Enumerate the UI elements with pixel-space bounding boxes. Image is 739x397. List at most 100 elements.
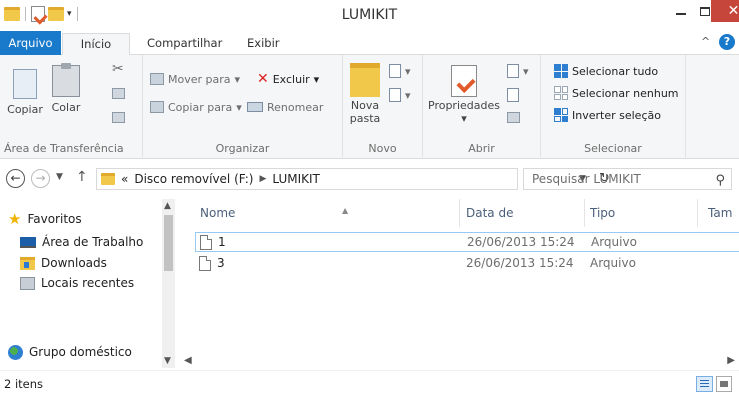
column-divider[interactable] xyxy=(584,199,585,227)
ribbon-tabs: Arquivo Início Compartilhar Exibir ^ ? xyxy=(0,31,739,56)
invert-selection-icon xyxy=(554,108,568,122)
scroll-down-icon[interactable]: ▼ xyxy=(164,356,171,366)
select-group: Selecionar tudo Selecionar nenhum Invert… xyxy=(541,55,686,159)
title-bar: ▾ LUMIKIT ✕ xyxy=(0,0,739,31)
select-none-button[interactable]: Selecionar nenhum xyxy=(554,83,679,103)
sidebar-item-label: Grupo doméstico xyxy=(29,345,132,359)
breadcrumb-overflow[interactable]: « xyxy=(121,172,128,186)
open-group-label: Abrir xyxy=(468,142,495,155)
paste-icon xyxy=(52,63,80,97)
easy-access-button[interactable]: ▾ xyxy=(389,85,411,105)
new-folder-label-line1: Nova xyxy=(350,99,380,112)
scissors-icon: ✂ xyxy=(112,61,124,77)
navigation-bar: ← → ▼ ↑ « Disco removível (F:) ▶ LUMIKIT… xyxy=(0,159,739,199)
properties-button[interactable]: Propriedades ▾ xyxy=(427,65,501,125)
sidebar-item-label: Locais recentes xyxy=(41,276,135,290)
scroll-right-icon[interactable]: ▶ xyxy=(727,355,735,366)
breadcrumb-separator-icon[interactable]: ▶ xyxy=(259,174,266,184)
table-row[interactable]: 1 26/06/2013 15:24 Arquivo xyxy=(195,232,739,252)
table-row[interactable]: 3 26/06/2013 15:24 Arquivo xyxy=(195,254,739,274)
file-list-horizontal-scrollbar[interactable]: ◀ ▶ xyxy=(180,354,739,370)
large-icons-view-icon[interactable] xyxy=(716,376,732,392)
tab-view[interactable]: Exibir xyxy=(239,33,288,55)
dropdown-arrow-icon: ▾ xyxy=(461,112,467,125)
navigation-pane-scrollbar[interactable]: ▲ ▼ xyxy=(162,199,175,368)
sidebar-item-desktop[interactable]: Área de Trabalho xyxy=(20,232,143,252)
star-icon: ★ xyxy=(8,210,22,228)
new-item-icon xyxy=(389,64,401,78)
sidebar-item-recent[interactable]: Locais recentes xyxy=(20,273,134,293)
ribbon: Copiar Colar ✂ Área de Transferência Mov… xyxy=(0,55,739,159)
close-button[interactable]: ✕ xyxy=(711,0,739,22)
copy-label: Copiar xyxy=(7,103,43,116)
easy-access-icon xyxy=(389,88,401,102)
organize-group: Mover para ▾ ✕ Excluir ▾ Copiar para ▾ R… xyxy=(143,55,343,159)
minimize-button[interactable] xyxy=(668,0,694,22)
invert-selection-button[interactable]: Inverter seleção xyxy=(554,105,661,125)
tab-file[interactable]: Arquivo xyxy=(0,31,61,55)
clipboard-group-label: Área de Transferência xyxy=(4,142,124,155)
history-button[interactable] xyxy=(507,107,520,127)
help-icon[interactable]: ? xyxy=(719,34,735,50)
paste-button[interactable]: Colar xyxy=(46,63,86,114)
column-header-label: Nome xyxy=(200,206,236,220)
sidebar-item-homegroup[interactable]: Grupo doméstico xyxy=(8,342,132,362)
forward-button[interactable]: → xyxy=(31,169,50,188)
dropdown-arrow-icon: ▾ xyxy=(236,100,242,114)
rename-icon xyxy=(247,102,263,112)
copy-button[interactable]: Copiar xyxy=(4,69,46,116)
collapse-ribbon-chevron-icon[interactable]: ^ xyxy=(701,35,710,48)
paste-shortcut-button[interactable] xyxy=(112,107,125,127)
item-count: 2 itens xyxy=(4,377,44,391)
column-divider[interactable] xyxy=(459,199,460,227)
copy-path-button[interactable] xyxy=(112,83,125,103)
search-icon[interactable]: ⚲ xyxy=(715,171,725,191)
sidebar-item-label: Downloads xyxy=(41,256,107,270)
sidebar-item-favorites[interactable]: ★ Favoritos xyxy=(8,209,82,229)
tab-share[interactable]: Compartilhar xyxy=(139,33,230,55)
column-header-type[interactable]: Tipo xyxy=(590,199,690,227)
history-icon xyxy=(507,111,520,123)
sort-ascending-icon: ▲ xyxy=(342,206,349,215)
column-header-size[interactable]: Tam xyxy=(708,199,739,227)
breadcrumb-drive[interactable]: Disco removível (F:) xyxy=(134,172,253,186)
scroll-left-icon[interactable]: ◀ xyxy=(184,355,192,366)
downloads-folder-icon xyxy=(20,256,35,270)
address-bar[interactable]: « Disco removível (F:) ▶ LUMIKIT ▼ ↻ xyxy=(96,168,610,190)
new-folder-button[interactable]: Nova pasta xyxy=(347,63,383,125)
file-type: Arquivo xyxy=(590,256,636,270)
clipboard-group: Copiar Colar ✂ Área de Transferência xyxy=(0,55,143,159)
copy-path-icon xyxy=(112,87,125,99)
back-button[interactable]: ← xyxy=(6,169,25,188)
edit-button[interactable] xyxy=(507,85,519,105)
rename-button[interactable]: Renomear xyxy=(247,97,323,117)
delete-button[interactable]: ✕ Excluir ▾ xyxy=(257,69,319,89)
sidebar-item-downloads[interactable]: Downloads xyxy=(20,253,107,273)
select-none-label: Selecionar nenhum xyxy=(572,86,679,100)
open-icon xyxy=(507,64,519,78)
column-header-name[interactable]: Nome ▲ xyxy=(200,199,350,227)
cut-button[interactable]: ✂ xyxy=(112,59,124,79)
column-divider[interactable] xyxy=(697,199,698,227)
file-icon xyxy=(199,256,211,271)
new-folder-icon xyxy=(350,63,380,97)
scroll-up-icon[interactable]: ▲ xyxy=(164,201,171,211)
up-arrow-icon[interactable]: ↑ xyxy=(76,169,88,185)
paste-shortcut-icon xyxy=(112,111,125,123)
window-title: LUMIKIT xyxy=(341,7,398,23)
move-to-button[interactable]: Mover para ▾ xyxy=(150,69,240,89)
file-name: 1 xyxy=(218,235,226,249)
select-all-button[interactable]: Selecionar tudo xyxy=(554,61,658,81)
copy-to-button[interactable]: Copiar para ▾ xyxy=(150,97,242,117)
new-item-button[interactable]: ▾ xyxy=(389,61,411,81)
scrollbar-thumb[interactable] xyxy=(164,215,173,271)
breadcrumb-folder[interactable]: LUMIKIT xyxy=(272,172,320,186)
tab-home[interactable]: Início xyxy=(62,33,130,56)
column-header-date[interactable]: Data de modificaç... xyxy=(466,199,584,248)
organize-group-label: Organizar xyxy=(215,142,270,155)
details-view-icon[interactable] xyxy=(696,376,713,392)
open-button[interactable]: ▾ xyxy=(507,61,529,81)
open-group: Propriedades ▾ ▾ Abrir xyxy=(423,55,541,159)
recent-locations-dropdown-icon[interactable]: ▼ xyxy=(56,172,63,182)
search-input[interactable]: Pesquisar LUMIKIT ⚲ xyxy=(523,168,732,190)
